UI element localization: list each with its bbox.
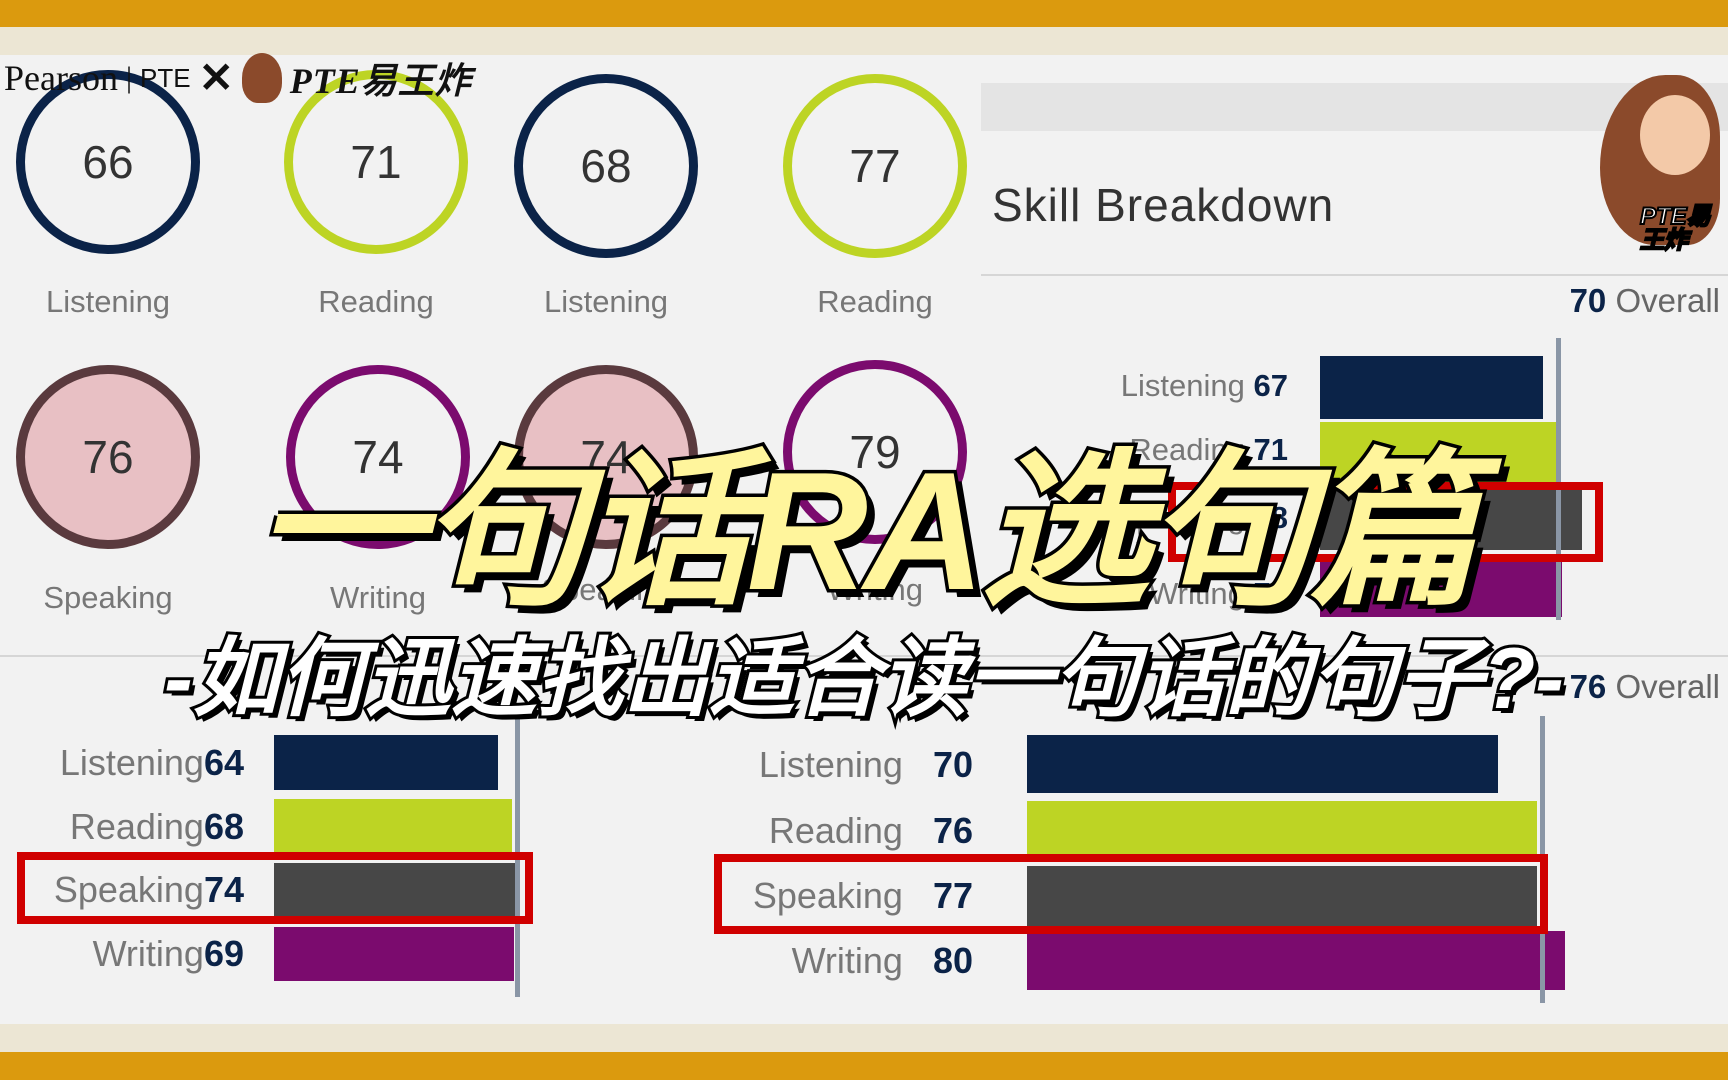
brand-logo: PTE易王炸 — [289, 61, 472, 101]
bar-listening — [1027, 735, 1498, 793]
mascot-face-icon — [1640, 95, 1710, 175]
divider — [981, 274, 1728, 276]
score-circle: 68 — [514, 74, 698, 258]
top-beige-band — [0, 27, 1728, 55]
score-circle-label: Listening — [543, 284, 669, 319]
pearson-logo: Pearson — [4, 58, 118, 98]
bar-writing — [274, 927, 514, 981]
bottom-band — [0, 1052, 1728, 1080]
score-circle: 77 — [783, 74, 967, 258]
bar-writing — [1027, 931, 1565, 990]
label-writing: Writing 80 — [791, 940, 973, 981]
pte-logo: PTE — [140, 62, 191, 93]
skill-breakdown-title: Skill Breakdown — [992, 179, 1335, 231]
label-listening: Listening 70 — [758, 744, 973, 785]
header-logo: Pearson | PTE ✕ PTE易王炸 — [4, 52, 472, 104]
girl-mascot-icon — [241, 53, 282, 103]
score-circle-label: Reading — [817, 284, 933, 319]
overall-score-top: 70 Overall — [1569, 282, 1720, 319]
label-reading: Reading68 — [69, 806, 244, 847]
score-circle-label: Reading — [318, 284, 434, 319]
bottom-beige-band — [0, 1024, 1728, 1052]
overlay-title: 一句话RA选句篇 — [251, 434, 1481, 629]
label-reading: Reading 76 — [768, 810, 973, 851]
bar-listening — [274, 735, 498, 790]
label-writing: Writing69 — [92, 933, 244, 974]
speaking-highlight-box — [714, 854, 1548, 934]
score-circle-label: Listening — [45, 284, 171, 319]
speaking-highlight-box — [17, 852, 533, 924]
label-listening: Listening64 — [59, 742, 244, 783]
overlay-subtitle: -如何迅速找出适合读一句话的句子?- — [161, 628, 1567, 730]
cross-icon: ✕ — [198, 56, 234, 102]
mascot-badge: PTE易王炸 — [1639, 203, 1712, 254]
bar-reading — [274, 799, 512, 854]
mascot-avatar: PTE易王炸 — [1590, 55, 1728, 265]
top-band — [0, 0, 1728, 27]
bar-reading — [1027, 801, 1537, 860]
